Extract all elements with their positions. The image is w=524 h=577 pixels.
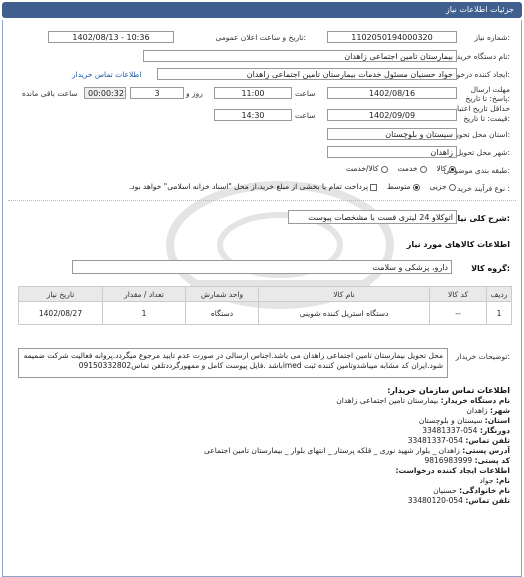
process-radio-minor[interactable] — [449, 183, 456, 191]
requester-field: جواد حسنیان مسئول خدمات بیمارستان تامین … — [157, 68, 457, 80]
city-label: شهر محل تحویل: — [455, 148, 510, 157]
contact-line-postal: کد پستی: 9816983999 — [424, 456, 510, 465]
col-header-code: کد کالا — [429, 286, 487, 302]
process-options: جزیی متوسط پرداخت تمام یا بخشی از مبلغ خ… — [129, 182, 456, 191]
contact-line-creator-phone: تلفن تماس: 054-33480120 — [407, 496, 510, 505]
category-radio-goods[interactable] — [449, 165, 456, 173]
buyer-label: نام دستگاه خریدار: — [450, 52, 510, 61]
validity-label-2: قیمت: تا تاریخ: — [463, 114, 510, 123]
remaining-label: ساعت باقی مانده — [22, 89, 78, 98]
cell-date: 1402/08/27 — [18, 301, 103, 325]
treasury-checkbox[interactable] — [370, 183, 378, 191]
category-radio-both[interactable] — [381, 165, 389, 173]
process-radio-medium[interactable] — [412, 183, 420, 191]
cell-row: 1 — [486, 301, 512, 325]
treasury-note: پرداخت تمام یا بخشی از مبلغ خرید،از محل … — [128, 182, 369, 191]
cell-name: دستگاه استریل کننده شوینی — [258, 301, 430, 325]
remaining-time-field: 00:00:32 — [84, 87, 126, 99]
province-label: استان محل تحویل: — [451, 130, 510, 139]
contact-line-address: آدرس پستی: زاهدان _ بلوار شهید نوری _ قل… — [203, 446, 510, 455]
deadline-time-label: ساعت — [295, 89, 316, 98]
contact-title: اطلاعات تماس سازمان خریدار: — [387, 386, 510, 395]
contact-section: اطلاعات تماس سازمان خریدار: نام دستگاه خ… — [10, 386, 510, 506]
summary-field: اتوکلاو 24 لیتری فست با مشخصات پیوست — [288, 210, 457, 224]
category-option-both: کالا/خدمت — [346, 164, 379, 173]
contact-line-buyer: نام دستگاه خریدار: بیمارستان تامین اجتما… — [336, 396, 510, 405]
contact-line-creator-title: اطلاعات ایجاد کننده درخواست: — [395, 466, 511, 475]
summary-label: شرح کلی نیاز: — [452, 214, 510, 223]
page-header: جزئیات اطلاعات نیاز — [2, 2, 522, 18]
validity-time-label: ساعت — [295, 111, 316, 120]
cell-code: -- — [429, 301, 487, 325]
need-number-field: 1102050194000320 — [327, 31, 457, 43]
col-header-row: ردیف — [486, 286, 512, 302]
process-option-medium: متوسط — [386, 182, 411, 191]
col-header-date: تاریخ نیاز — [18, 286, 103, 302]
col-header-name: نام کالا — [258, 286, 430, 302]
goods-table: ردیف کد کالا نام کالا واحد شمارش تعداد /… — [18, 286, 512, 325]
city-field: زاهدان — [327, 146, 457, 158]
col-header-unit: واحد شمارش — [185, 286, 259, 302]
province-field: سیستان و بلوچستان — [327, 128, 457, 140]
buyer-field: بیمارستان تامین اجتماعی زاهدان — [143, 50, 457, 62]
contact-line-phone: تلفن تماس: 054-33481337 — [407, 436, 510, 445]
category-radio-service[interactable] — [419, 165, 427, 173]
category-options: کالا خدمت کالا/خدمت — [346, 164, 456, 173]
buyer-contact-link[interactable]: اطلاعات تماس خریدار — [72, 70, 142, 79]
need-number-label: شماره نیاز: — [474, 33, 510, 42]
buyer-notes-field: محل تحویل بیمارستان تامین اجتماعی زاهدان… — [18, 348, 448, 378]
contact-line-lastname: نام خانوادگی: حسنیان — [433, 486, 510, 495]
validity-date-field: 1402/09/09 — [327, 109, 457, 121]
cell-unit: دستگاه — [185, 301, 259, 325]
deadline-time-field: 11:00 — [214, 87, 292, 99]
announce-field: 1402/08/13 - 10:36 — [48, 31, 174, 43]
category-option-service: خدمت — [397, 164, 418, 173]
goods-group-label: گروه کالا: — [471, 264, 510, 273]
days-field: 3 — [130, 87, 184, 99]
deadline-date-field: 1402/08/16 — [327, 87, 457, 99]
contact-line-fax: دورنگار: 054-33481337 — [422, 426, 510, 435]
goods-section-title: اطلاعات کالاهای مورد نیاز — [406, 240, 510, 249]
days-label: روز و — [186, 89, 203, 98]
process-label: نوع فرآیند خرید : — [456, 184, 510, 193]
contact-line-city: شهر: زاهدان — [466, 406, 510, 415]
divider — [8, 200, 516, 201]
process-option-minor: جزیی — [429, 182, 447, 191]
cell-qty: 1 — [102, 301, 186, 325]
contact-line-province: استان: سیستان و بلوچستان — [418, 416, 510, 425]
contact-line-firstname: نام: جواد — [479, 476, 510, 485]
category-option-goods: کالا — [436, 164, 447, 173]
table-row: 1 -- دستگاه استریل کننده شوینی دستگاه 1 … — [18, 301, 512, 325]
validity-label-1: حداقل تاریخ اعتبار — [453, 104, 510, 113]
validity-time-field: 14:30 — [214, 109, 292, 121]
goods-group-field: دارو، پزشکی و سلامت — [72, 260, 452, 274]
col-header-qty: تعداد / مقدار — [102, 286, 186, 302]
page-title: جزئیات اطلاعات نیاز — [445, 5, 514, 14]
buyer-notes-label: توضیحات خریدار: — [455, 352, 510, 361]
deadline-label: مهلت ارسال پاسخ: تا تاریخ: — [465, 85, 510, 103]
announce-label: تاریخ و ساعت اعلان عمومی: — [215, 33, 306, 42]
